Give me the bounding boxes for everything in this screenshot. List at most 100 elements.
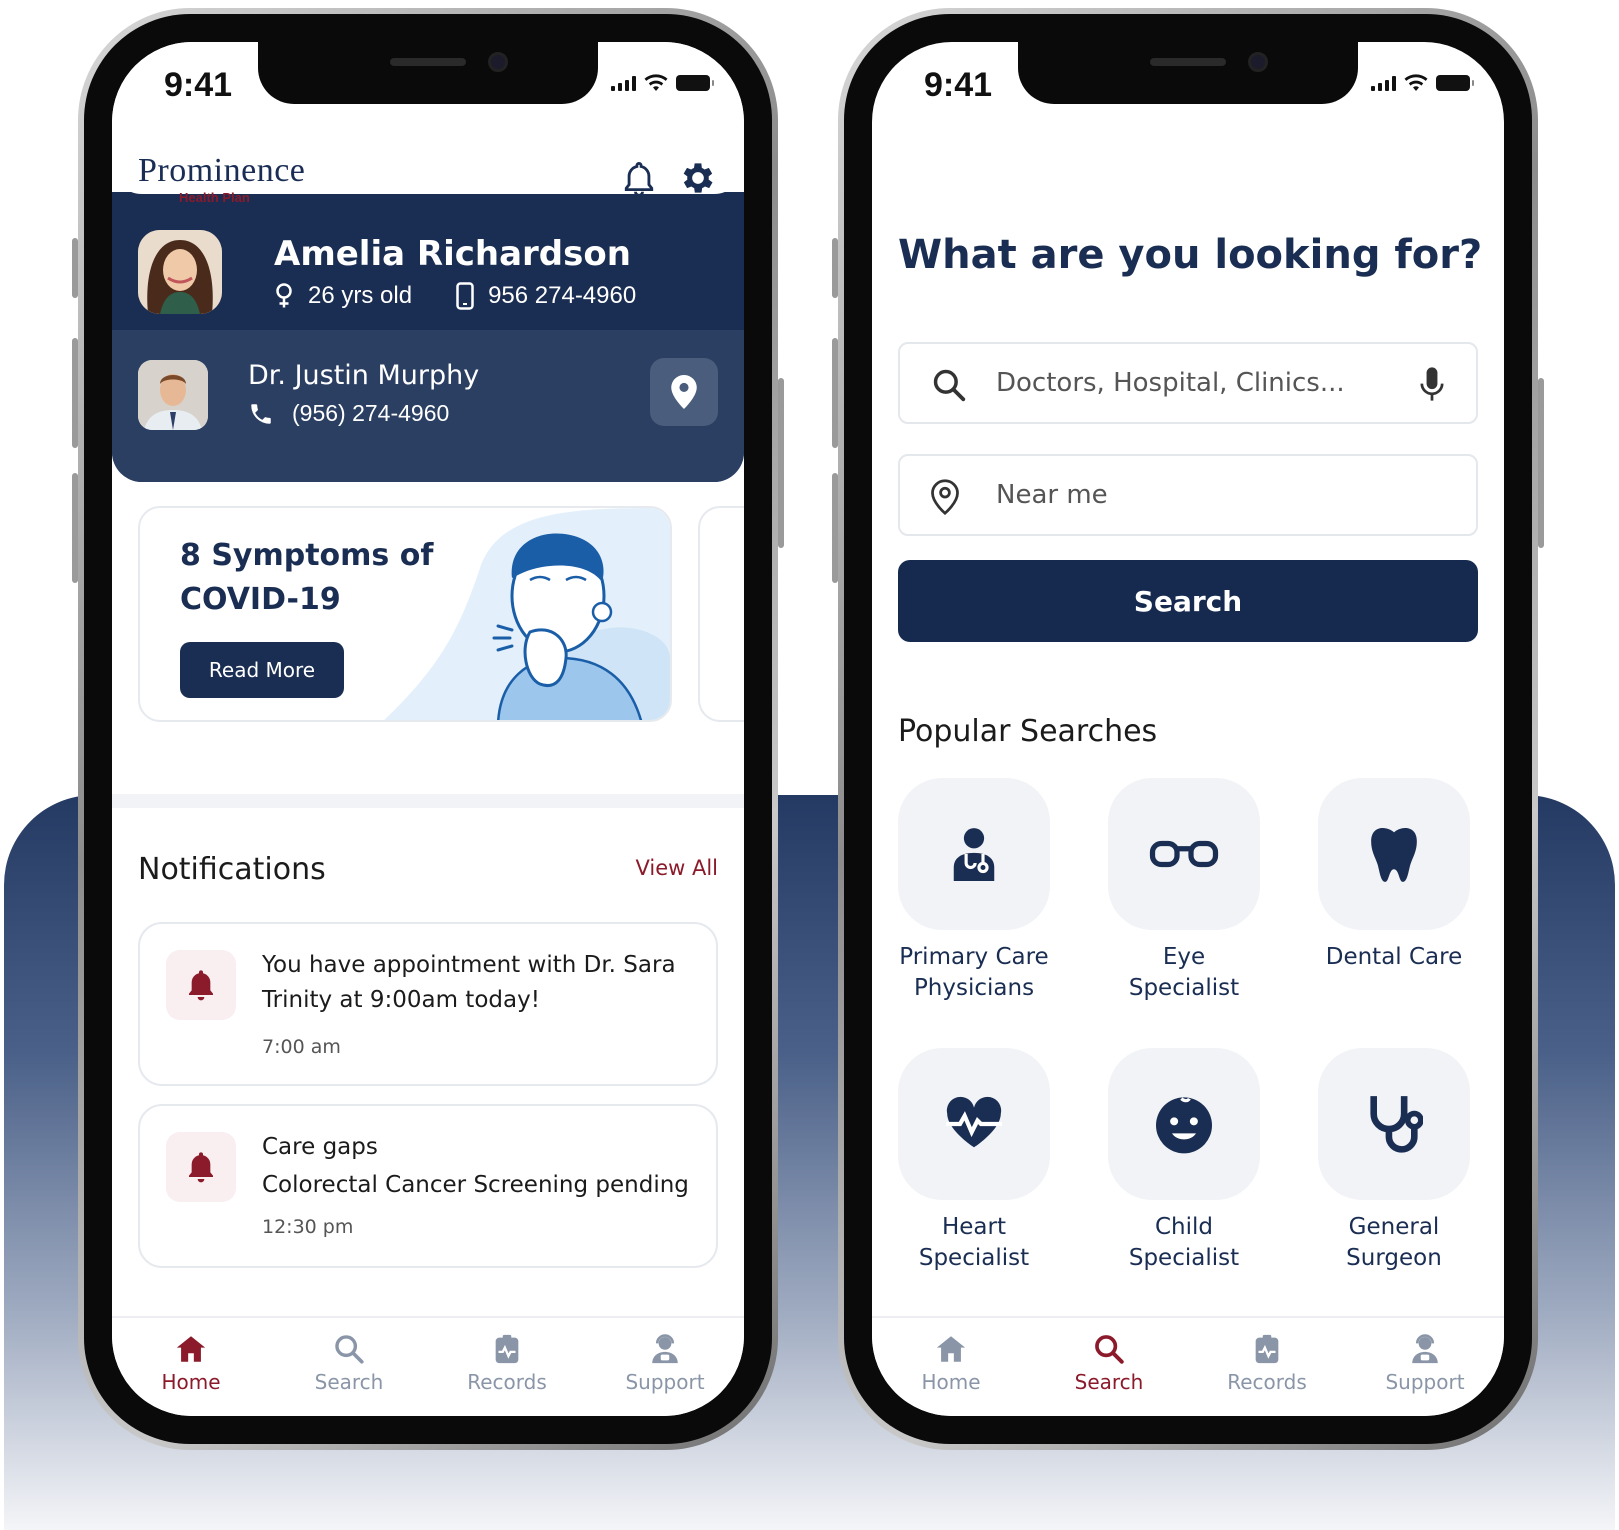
notification-item[interactable]: Care gaps Colorectal Cancer Screening pe… bbox=[138, 1104, 718, 1268]
member-age: 26 yrs old bbox=[308, 282, 413, 309]
mute-switch bbox=[72, 238, 78, 298]
article-card[interactable]: 8 Symptoms of COVID-19 Read More bbox=[138, 506, 672, 722]
signal-icon bbox=[611, 75, 636, 91]
status-bar: 9:41 bbox=[112, 52, 744, 112]
tab-support[interactable]: Support bbox=[1346, 1318, 1504, 1416]
popular-searches-heading: Popular Searches bbox=[898, 714, 1158, 749]
sneezing-person-illustration bbox=[384, 508, 670, 720]
search-input[interactable]: Doctors, Hospital, Clinics... bbox=[898, 342, 1478, 424]
member-card: Amelia Richardson 26 yrs old 956 274-496… bbox=[112, 192, 744, 482]
tab-label: Records bbox=[1227, 1370, 1307, 1394]
notification-text: You have appointment with Dr. Sara Trini… bbox=[262, 952, 676, 1013]
tooth-icon bbox=[1371, 828, 1417, 882]
heartbeat-icon bbox=[946, 1096, 1002, 1148]
category-child-specialist[interactable]: Child Specialist bbox=[1108, 1048, 1260, 1274]
home-icon bbox=[176, 1336, 206, 1362]
notification-time: 12:30 pm bbox=[262, 1216, 354, 1238]
home-screen: 9:41 Amelia Richardson 26 yrs old 956 27… bbox=[112, 42, 744, 1416]
bell-icon bbox=[189, 1152, 213, 1183]
location-pin-icon bbox=[671, 375, 697, 409]
status-time: 9:41 bbox=[164, 66, 233, 104]
tab-label: Home bbox=[921, 1370, 981, 1394]
tab-home[interactable]: Home bbox=[872, 1318, 1030, 1416]
tab-label: Support bbox=[625, 1370, 705, 1394]
category-label: Eye Specialist bbox=[1128, 944, 1240, 1001]
microphone-icon[interactable] bbox=[1418, 366, 1446, 404]
tab-label: Search bbox=[1074, 1370, 1144, 1394]
category-general-surgeon[interactable]: General Surgeon bbox=[1318, 1048, 1470, 1274]
notification-title: Care gaps bbox=[262, 1134, 378, 1160]
stethoscope-icon bbox=[1370, 1096, 1423, 1153]
category-label: Dental Care bbox=[1325, 944, 1463, 970]
search-screen: 9:41 What are you looking for? Doctors, … bbox=[872, 42, 1504, 1416]
notification-time: 7:00 am bbox=[262, 1036, 341, 1058]
view-all-link[interactable]: View All bbox=[635, 856, 718, 880]
category-label: General Surgeon bbox=[1346, 1214, 1442, 1271]
tab-label: Search bbox=[314, 1370, 384, 1394]
phone-home: 9:41 Amelia Richardson 26 yrs old 956 27… bbox=[72, 8, 784, 1450]
tab-search[interactable]: Search bbox=[1030, 1318, 1188, 1416]
bell-icon bbox=[189, 970, 213, 1001]
next-article-card[interactable] bbox=[698, 506, 744, 722]
status-time: 9:41 bbox=[924, 66, 993, 104]
volume-down-button bbox=[72, 473, 78, 583]
mobile-phone-icon bbox=[456, 282, 474, 310]
page-title: What are you looking for? bbox=[898, 232, 1483, 278]
signal-icon bbox=[1371, 75, 1396, 91]
map-button[interactable] bbox=[650, 358, 718, 426]
doctor-avatar bbox=[138, 360, 208, 430]
notification-item[interactable]: You have appointment with Dr. Sara Trini… bbox=[138, 922, 718, 1086]
category-eye-specialist[interactable]: Eye Specialist bbox=[1108, 778, 1260, 1004]
wifi-icon bbox=[644, 74, 668, 91]
read-more-button[interactable]: Read More bbox=[180, 642, 344, 698]
pcp-card[interactable]: Dr. Justin Murphy (956) 274-4960 bbox=[112, 330, 744, 482]
tab-search[interactable]: Search bbox=[270, 1318, 428, 1416]
brand-subtitle: Health Plan bbox=[179, 190, 250, 205]
search-icon bbox=[1095, 1335, 1124, 1364]
child-face-icon bbox=[1156, 1097, 1212, 1154]
volume-up-button bbox=[72, 338, 78, 448]
doctor-name: Dr. Justin Murphy bbox=[248, 360, 480, 391]
bottom-tab-bar: Home Search Records Support bbox=[112, 1316, 744, 1416]
category-label: Child Specialist bbox=[1128, 1214, 1240, 1271]
tab-records[interactable]: Records bbox=[1188, 1318, 1346, 1416]
tab-support[interactable]: Support bbox=[586, 1318, 744, 1416]
notifications-heading: Notifications bbox=[138, 852, 326, 887]
notification-bell-badge bbox=[166, 950, 236, 1020]
category-label: Heart Specialist bbox=[918, 1214, 1030, 1271]
tab-records[interactable]: Records bbox=[428, 1318, 586, 1416]
wifi-icon bbox=[1404, 74, 1428, 91]
search-button[interactable]: Search bbox=[898, 560, 1478, 642]
tab-label: Support bbox=[1385, 1370, 1465, 1394]
settings-button[interactable] bbox=[678, 158, 718, 203]
member-phone: 956 274-4960 bbox=[488, 282, 637, 309]
search-icon bbox=[335, 1335, 364, 1364]
doctor-phone[interactable]: (956) 274-4960 bbox=[292, 400, 449, 427]
category-dental-care[interactable]: Dental Care bbox=[1318, 778, 1470, 973]
phone-search: 9:41 What are you looking for? Doctors, … bbox=[832, 8, 1544, 1450]
section-divider bbox=[112, 794, 744, 808]
power-button bbox=[778, 378, 784, 548]
bell-icon bbox=[624, 161, 654, 197]
category-heart-specialist[interactable]: Heart Specialist bbox=[898, 1048, 1050, 1274]
tab-label: Records bbox=[467, 1370, 547, 1394]
volume-up-button bbox=[832, 338, 838, 448]
member-name: Amelia Richardson bbox=[274, 234, 631, 274]
location-pin-icon bbox=[931, 479, 959, 516]
records-icon bbox=[495, 1334, 519, 1364]
notifications-button[interactable] bbox=[622, 160, 656, 203]
mute-switch bbox=[832, 238, 838, 298]
gear-icon bbox=[683, 163, 713, 193]
home-icon bbox=[936, 1336, 966, 1362]
location-input[interactable]: Near me bbox=[898, 454, 1478, 536]
tab-home[interactable]: Home bbox=[112, 1318, 270, 1416]
member-avatar bbox=[138, 230, 222, 314]
volume-down-button bbox=[832, 473, 838, 583]
location-placeholder: Near me bbox=[996, 480, 1108, 510]
category-primary-care[interactable]: Primary Care Physicians bbox=[898, 778, 1050, 1004]
support-icon bbox=[652, 1334, 678, 1364]
brand-logo: Prominence bbox=[138, 152, 306, 189]
doctor-icon bbox=[953, 828, 995, 881]
search-placeholder: Doctors, Hospital, Clinics... bbox=[996, 368, 1345, 398]
notification-bell-badge bbox=[166, 1132, 236, 1202]
